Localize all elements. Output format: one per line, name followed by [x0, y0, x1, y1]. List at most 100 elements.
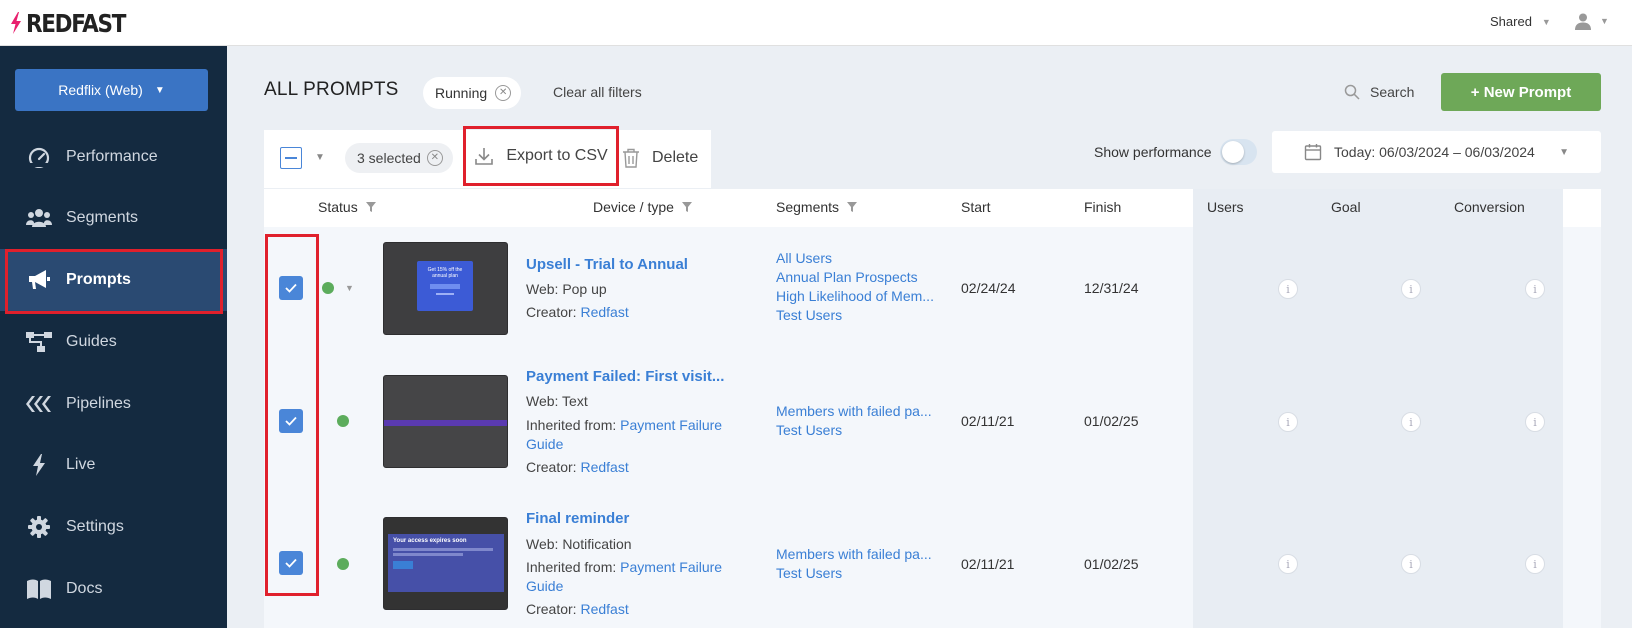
- redfast-logo[interactable]: REDFAST: [10, 8, 141, 38]
- info-icon[interactable]: i: [1525, 554, 1545, 574]
- user-menu[interactable]: ▼: [1574, 12, 1609, 30]
- finish-date: 12/31/24: [1084, 280, 1139, 296]
- prompt-creator: Creator: Redfast: [526, 600, 629, 619]
- filter-icon[interactable]: [681, 202, 692, 212]
- column-header-device-type[interactable]: Device / type: [593, 199, 692, 215]
- date-range-picker[interactable]: Today: 06/03/2024 – 06/03/2024 ▼: [1272, 131, 1601, 173]
- segment-link[interactable]: High Likelihood of Mem...: [776, 287, 934, 306]
- prompt-thumbnail[interactable]: [383, 375, 508, 468]
- prompt-thumbnail[interactable]: Get 15% off the annual plan: [383, 242, 508, 335]
- chevron-down-icon: ▼: [1541, 16, 1551, 27]
- info-icon[interactable]: i: [1525, 412, 1545, 432]
- sidebar-item-performance[interactable]: Performance: [0, 126, 227, 188]
- prompt-thumbnail[interactable]: Your access expires soon: [383, 517, 508, 610]
- checkmark-icon: [285, 416, 297, 426]
- flow-icon: [26, 331, 52, 353]
- filter-chip-running[interactable]: Running ✕: [423, 77, 522, 109]
- chevron-down-icon[interactable]: ▼: [345, 283, 354, 293]
- selected-count-chip[interactable]: 3 selected ✕: [345, 143, 453, 173]
- info-icon[interactable]: i: [1525, 279, 1545, 299]
- sidebar-item-segments[interactable]: Segments: [0, 187, 227, 249]
- bolt-icon: [26, 454, 52, 476]
- search-button[interactable]: Search: [1344, 84, 1414, 100]
- page-title: ALL PROMPTS: [264, 79, 399, 100]
- export-csv-button[interactable]: Export to CSV: [463, 126, 619, 186]
- column-header-finish[interactable]: Finish: [1084, 199, 1121, 215]
- new-prompt-button[interactable]: + New Prompt: [1441, 73, 1601, 111]
- creator-link[interactable]: Redfast: [580, 601, 628, 617]
- show-performance-toggle[interactable]: [1220, 139, 1257, 165]
- creator-label: Creator:: [526, 459, 577, 475]
- finish-date: 01/02/25: [1084, 413, 1139, 429]
- select-all-checkbox[interactable]: [280, 147, 302, 169]
- segment-link[interactable]: Test Users: [776, 306, 934, 325]
- column-label: Device / type: [593, 199, 674, 215]
- selected-count-label: 3 selected: [357, 150, 421, 166]
- app-selector[interactable]: Redflix (Web) ▼: [15, 69, 208, 111]
- guide-link-continued[interactable]: Guide: [526, 578, 563, 594]
- guide-link[interactable]: Payment Failure: [620, 559, 722, 575]
- creator-link[interactable]: Redfast: [580, 459, 628, 475]
- sidebar-item-docs[interactable]: Docs: [0, 558, 227, 620]
- sidebar-item-settings[interactable]: Settings: [0, 496, 227, 558]
- close-icon[interactable]: ✕: [495, 85, 512, 101]
- prompt-name-link[interactable]: Payment Failed: First visit...: [526, 368, 724, 385]
- filter-icon[interactable]: [365, 202, 376, 212]
- bolt-logo-icon: [11, 12, 21, 34]
- column-header-segments[interactable]: Segments: [776, 199, 858, 215]
- prompt-type: Web: Notification: [526, 536, 632, 552]
- checkmark-icon: [285, 558, 297, 568]
- sidebar-item-live[interactable]: Live: [0, 434, 227, 496]
- sidebar-item-prompts[interactable]: Prompts: [0, 249, 227, 311]
- finish-date: 01/02/25: [1084, 556, 1139, 572]
- prompt-creator: Creator: Redfast: [526, 458, 629, 477]
- info-icon[interactable]: i: [1278, 412, 1298, 432]
- delete-button[interactable]: Delete: [622, 143, 698, 173]
- info-icon[interactable]: i: [1401, 279, 1421, 299]
- filter-icon[interactable]: [847, 202, 858, 212]
- sidebar-item-label: Performance: [66, 148, 158, 165]
- inherited-label: Inherited from:: [526, 559, 617, 575]
- filter-chip-label: Running: [435, 85, 488, 101]
- segment-link[interactable]: Annual Plan Prospects: [776, 268, 934, 287]
- column-header-status[interactable]: Status: [318, 199, 376, 215]
- segment-link[interactable]: Test Users: [776, 564, 932, 583]
- sidebar-item-label: Prompts: [66, 271, 131, 288]
- column-header-start[interactable]: Start: [961, 199, 991, 215]
- column-header-users[interactable]: Users: [1207, 199, 1244, 215]
- segment-link[interactable]: All Users: [776, 249, 934, 268]
- search-icon: [1344, 84, 1360, 100]
- book-icon: [26, 579, 52, 599]
- info-icon[interactable]: i: [1401, 412, 1421, 432]
- chevron-down-icon[interactable]: ▼: [315, 152, 325, 163]
- prompt-name-link[interactable]: Upsell - Trial to Annual: [526, 256, 688, 273]
- workspace-dropdown[interactable]: Shared ▼: [1490, 14, 1551, 29]
- prompt-name-link[interactable]: Final reminder: [526, 510, 629, 527]
- row-checkbox[interactable]: [279, 276, 303, 300]
- segment-link[interactable]: Members with failed pa...: [776, 545, 932, 564]
- creator-link[interactable]: Redfast: [580, 304, 628, 320]
- column-header-goal[interactable]: Goal: [1331, 199, 1361, 215]
- info-icon[interactable]: i: [1278, 554, 1298, 574]
- thumbnail-caption: Get 15% off the annual plan: [427, 267, 463, 279]
- info-icon[interactable]: i: [1401, 554, 1421, 574]
- delete-label: Delete: [652, 149, 699, 166]
- row-checkbox[interactable]: [279, 409, 303, 433]
- clear-filters-link[interactable]: Clear all filters: [553, 84, 642, 100]
- close-icon[interactable]: ✕: [426, 150, 443, 166]
- sidebar-item-guides[interactable]: Guides: [0, 311, 227, 373]
- row-checkbox[interactable]: [279, 551, 303, 575]
- info-icon[interactable]: i: [1278, 279, 1298, 299]
- sidebar-item-pipelines[interactable]: Pipelines: [0, 373, 227, 435]
- guide-link-continued[interactable]: Guide: [526, 436, 563, 452]
- chevron-down-icon: ▼: [1559, 146, 1569, 158]
- prompt-creator: Creator: Redfast: [526, 303, 629, 322]
- column-header-conversion[interactable]: Conversion: [1454, 199, 1525, 215]
- segment-link[interactable]: Test Users: [776, 421, 932, 440]
- chevron-down-icon: ▼: [1600, 16, 1609, 26]
- creator-label: Creator:: [526, 304, 577, 320]
- megaphone-icon: [26, 269, 52, 291]
- guide-link[interactable]: Payment Failure: [620, 417, 722, 433]
- app-selector-label: Redflix (Web): [58, 82, 143, 98]
- segment-link[interactable]: Members with failed pa...: [776, 402, 932, 421]
